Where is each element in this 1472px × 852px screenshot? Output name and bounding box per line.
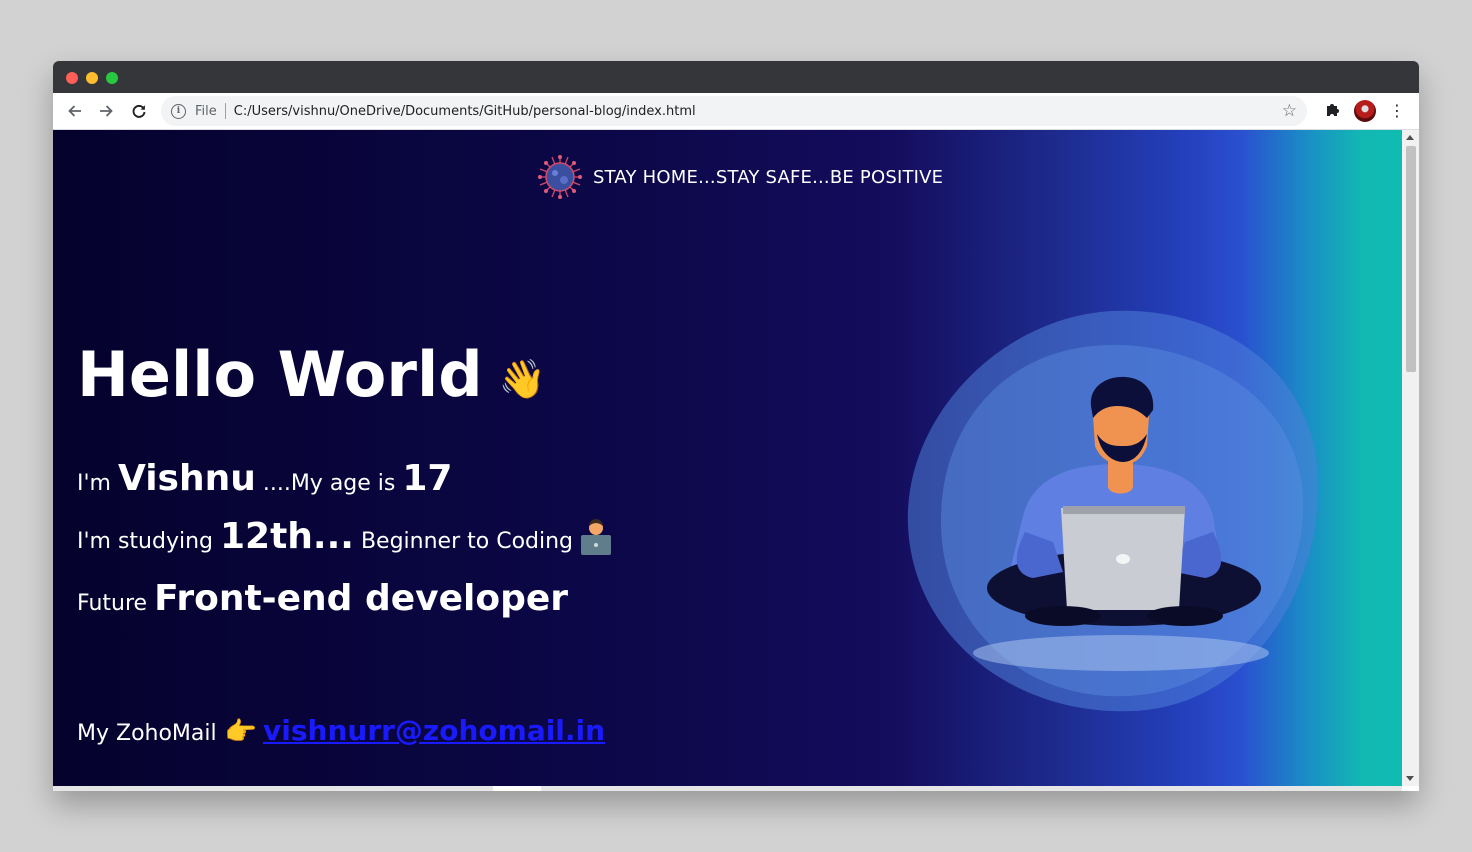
email-link[interactable]: vishnurr@zohomail.in bbox=[263, 714, 605, 747]
virus-icon bbox=[538, 155, 582, 199]
intro-line-1: I'm Vishnu ....My age is 17 bbox=[77, 458, 452, 499]
scroll-down-icon[interactable] bbox=[1406, 776, 1414, 781]
puzzle-icon[interactable] bbox=[1323, 101, 1343, 121]
maximize-window-button[interactable] bbox=[106, 72, 118, 84]
back-icon[interactable] bbox=[63, 99, 87, 123]
address-bar[interactable]: i File C:/Users/vishnu/OneDrive/Document… bbox=[161, 96, 1307, 126]
waving-hand-icon: 👋 bbox=[498, 356, 546, 401]
role-text: Front-end developer bbox=[154, 578, 569, 619]
banner-text: STAY HOME...STAY SAFE...BE POSITIVE bbox=[593, 166, 944, 188]
name-text: Vishnu bbox=[117, 458, 256, 499]
scroll-up-icon[interactable] bbox=[1406, 135, 1414, 140]
pointing-hand-icon: 👉 bbox=[224, 717, 257, 747]
star-icon[interactable]: ☆ bbox=[1282, 101, 1297, 121]
grade-value: 12th... bbox=[220, 516, 354, 557]
horizontal-scrollbar[interactable] bbox=[53, 786, 1402, 791]
greeting-text: Hello World bbox=[77, 338, 483, 411]
technologist-icon bbox=[578, 518, 614, 556]
browser-window: i File C:/Users/vishnu/OneDrive/Document… bbox=[53, 61, 1419, 791]
future-label: Future bbox=[77, 591, 155, 616]
info-icon[interactable]: i bbox=[171, 103, 186, 119]
reload-icon[interactable] bbox=[127, 99, 151, 123]
intro-line-3: Future Front-end developer bbox=[77, 578, 568, 619]
mail-label: My ZohoMail bbox=[77, 721, 217, 746]
horizontal-scroll-thumb[interactable] bbox=[493, 786, 541, 791]
intro-line-2: I'm studying 12th... Beginner to Coding bbox=[77, 516, 614, 557]
vertical-scrollbar[interactable] bbox=[1402, 130, 1419, 786]
developer-illustration bbox=[907, 310, 1319, 712]
age-label: ....My age is bbox=[255, 471, 403, 496]
url-separator bbox=[224, 103, 226, 119]
minimize-window-button[interactable] bbox=[86, 72, 98, 84]
study-label: I'm studying bbox=[77, 529, 220, 554]
avatar[interactable] bbox=[1354, 100, 1376, 122]
vertical-scroll-thumb[interactable] bbox=[1406, 146, 1416, 372]
page-title: Hello World 👋 bbox=[77, 338, 546, 416]
page-viewport: STAY HOME...STAY SAFE...BE POSITIVE Hell… bbox=[53, 130, 1402, 786]
close-window-button[interactable] bbox=[66, 72, 78, 84]
url-text[interactable]: C:/Users/vishnu/OneDrive/Documents/GitHu… bbox=[234, 104, 696, 119]
mail-line: My ZohoMail 👉 vishnurr@zohomail.in bbox=[77, 714, 605, 747]
intro-text: I'm bbox=[77, 471, 118, 496]
url-scheme: File bbox=[195, 103, 217, 119]
forward-icon[interactable] bbox=[94, 99, 118, 123]
age-value: 17 bbox=[402, 458, 453, 499]
coding-text: Beginner to Coding bbox=[353, 529, 574, 554]
title-bar bbox=[53, 61, 1419, 93]
banner: STAY HOME...STAY SAFE...BE POSITIVE bbox=[537, 154, 943, 200]
kebab-menu-icon[interactable]: ⋮ bbox=[1387, 101, 1407, 121]
browser-toolbar: i File C:/Users/vishnu/OneDrive/Document… bbox=[53, 93, 1419, 130]
